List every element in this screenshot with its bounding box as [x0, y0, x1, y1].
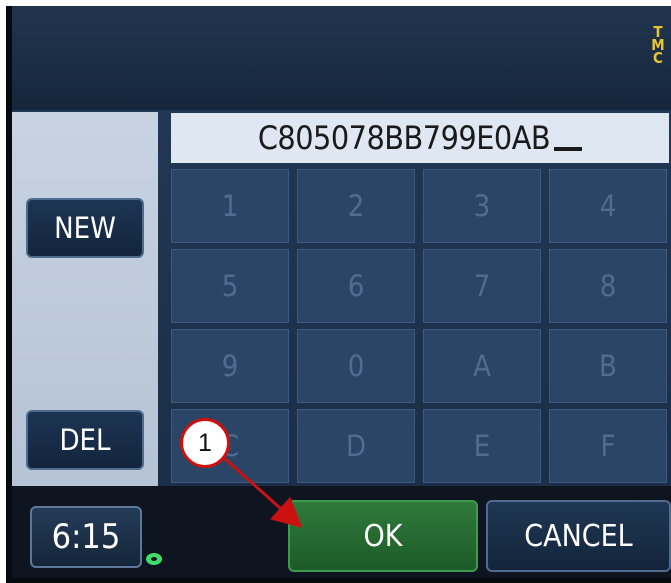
- disc-icon: [146, 553, 162, 565]
- keypad-key[interactable]: 8: [549, 249, 667, 323]
- keypad-key[interactable]: A: [423, 329, 541, 403]
- keypad-key[interactable]: 3: [423, 169, 541, 243]
- left-side-panel: NEW DEL: [12, 112, 158, 486]
- tmc-indicator: T M C: [648, 25, 668, 66]
- top-status-bar: T M C: [12, 6, 671, 110]
- keypad-key[interactable]: B: [549, 329, 667, 403]
- bottom-bar: 6:15 OK CANCEL: [12, 486, 671, 578]
- code-entry-field[interactable]: C805078BB799E0AB: [171, 113, 669, 163]
- keypad-key[interactable]: E: [423, 409, 541, 483]
- keypad-key[interactable]: 6: [297, 249, 415, 323]
- display-frame: T M C NEW DEL C805078BB799E0AB 123456789…: [6, 6, 671, 583]
- text-cursor: [554, 147, 583, 151]
- code-entry-value: C805078BB799E0AB: [257, 119, 551, 157]
- annotation-callout: 1: [180, 418, 230, 468]
- keypad-key[interactable]: 4: [549, 169, 667, 243]
- delete-button[interactable]: DEL: [26, 410, 144, 470]
- keypad-key[interactable]: 1: [171, 169, 289, 243]
- cancel-button[interactable]: CANCEL: [486, 500, 671, 572]
- keypad-key[interactable]: 2: [297, 169, 415, 243]
- hex-keypad: 1234567890ABCDEF: [171, 169, 671, 489]
- new-button[interactable]: NEW: [26, 198, 144, 258]
- clock-display: 6:15: [30, 506, 142, 568]
- keypad-key[interactable]: 9: [171, 329, 289, 403]
- keypad-key[interactable]: D: [297, 409, 415, 483]
- navigation-screen: T M C NEW DEL C805078BB799E0AB 123456789…: [12, 6, 671, 578]
- keypad-key[interactable]: 5: [171, 249, 289, 323]
- keypad-key[interactable]: 0: [297, 329, 415, 403]
- ok-button[interactable]: OK: [288, 500, 478, 572]
- keypad-key[interactable]: 7: [423, 249, 541, 323]
- keypad-key[interactable]: F: [549, 409, 667, 483]
